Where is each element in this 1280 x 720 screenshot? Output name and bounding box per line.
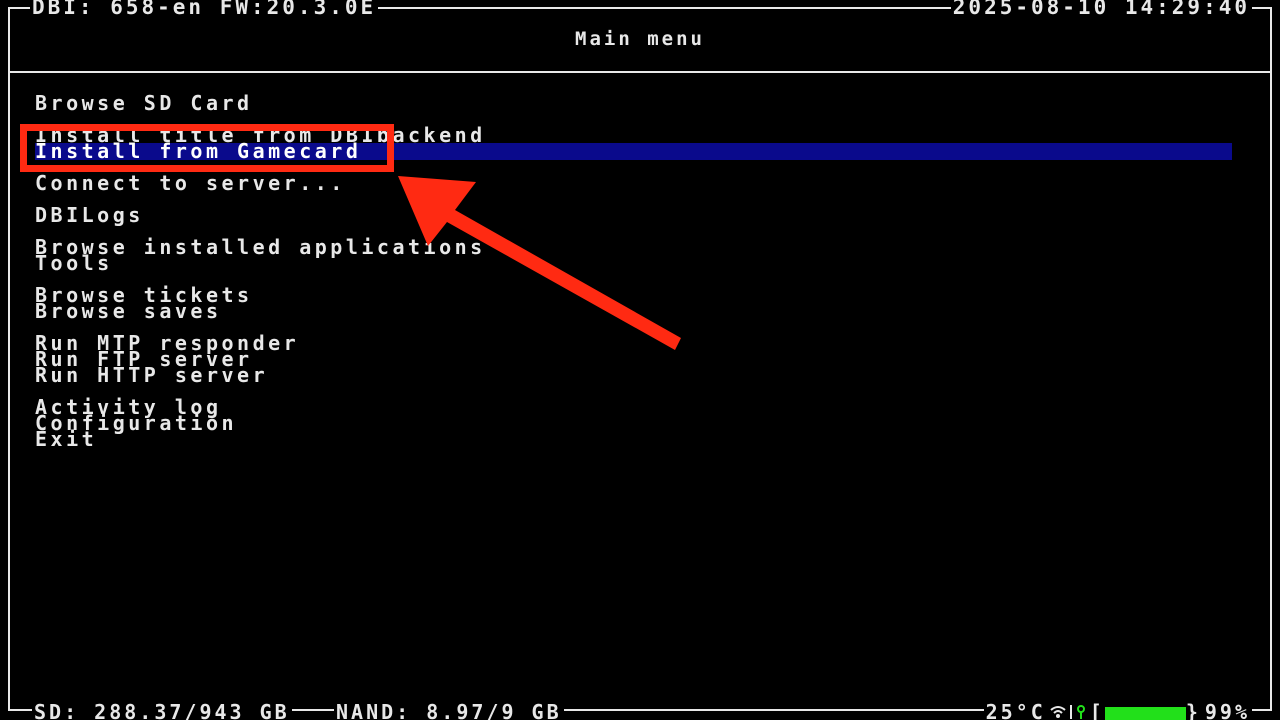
nand-storage-info: NAND: 8.97/9 GB xyxy=(334,700,564,720)
divider-bar xyxy=(1069,705,1072,720)
status-area: 25°C [} 99% xyxy=(983,700,1252,720)
charging-icon xyxy=(1076,704,1086,720)
battery-percent: 99% xyxy=(1204,700,1250,720)
temperature: 25°C xyxy=(985,700,1046,720)
battery-level-bar xyxy=(1104,706,1186,720)
wifi-icon xyxy=(1050,704,1066,720)
sd-storage-info: SD: 288.37/943 GB xyxy=(32,700,292,720)
battery-icon: [} xyxy=(1089,700,1201,720)
annotation-arrow xyxy=(398,176,681,350)
